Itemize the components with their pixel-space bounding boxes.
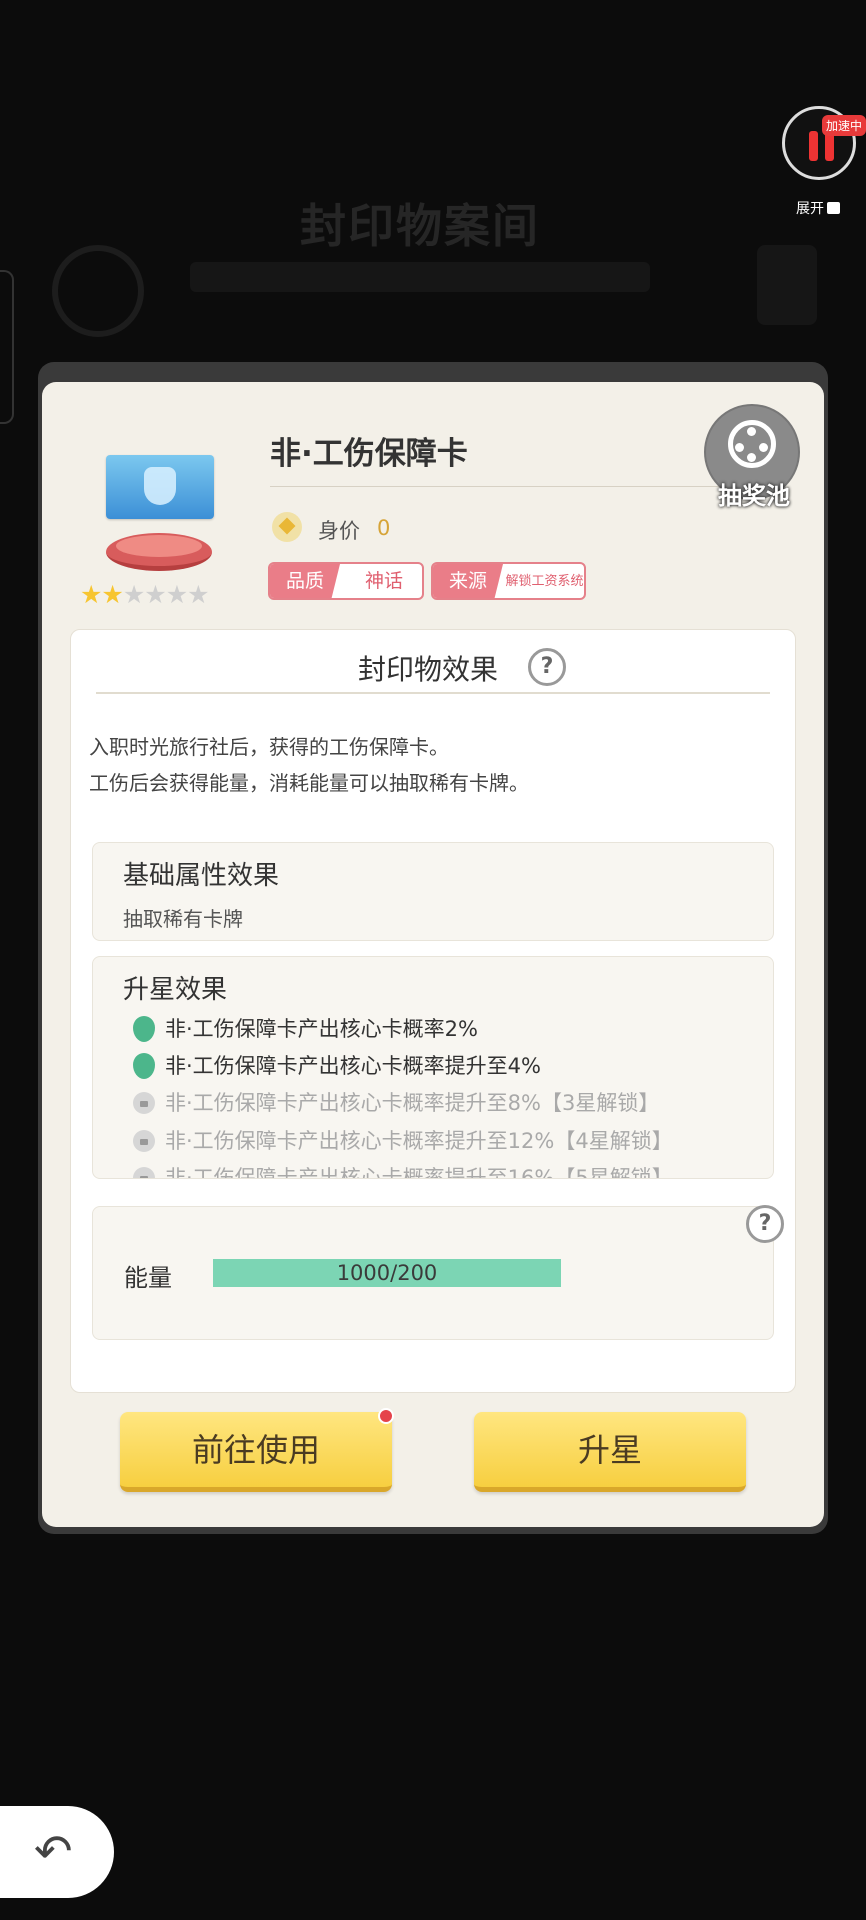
divider <box>270 486 720 487</box>
upgrade-effect-text: 非·工伤保障卡产出核心卡概率提升至4% <box>165 1054 541 1078</box>
side-handle <box>0 270 14 424</box>
unlocked-bullet-icon <box>133 1053 155 1079</box>
description-line: 入职时光旅行社后，获得的工伤保障卡。 <box>89 735 449 759</box>
upgrade-effect-row: 非·工伤保障卡产出核心卡概率2% <box>133 1013 478 1043</box>
upgrade-effect-title: 升星效果 <box>123 975 228 1005</box>
back-arrow-icon: ↶ <box>34 1824 73 1878</box>
energy-value: 1000/200 <box>336 1261 438 1285</box>
card-image <box>106 455 214 519</box>
upgrade-effect-text: 非·工伤保障卡产出核心卡概率提升至8%【3星解锁】 <box>165 1091 660 1115</box>
base-effect-box: 基础属性效果 抽取稀有卡牌 <box>92 842 774 941</box>
notification-dot <box>378 1408 394 1424</box>
accel-badge: 加速中 <box>822 115 866 136</box>
effect-title: 封印物效果 <box>358 653 499 686</box>
upgrade-effect-text: 非·工伤保障卡产出核心卡概率提升至16%【5星解锁】 <box>165 1166 673 1179</box>
upgrade-effect-row: 非·工伤保障卡产出核心卡概率提升至8%【3星解锁】 <box>133 1087 659 1117</box>
expand-icon <box>827 202 840 214</box>
upgrade-star-button[interactable]: 升星 <box>474 1412 746 1492</box>
lock-icon <box>133 1130 155 1152</box>
quality-value: 神话 <box>364 570 403 592</box>
quality-key: 品质 <box>270 564 340 598</box>
source-key: 来源 <box>433 564 503 598</box>
divider <box>96 692 770 694</box>
upgrade-effect-row: 非·工伤保障卡产出核心卡概率提升至16%【5星解锁】 <box>133 1162 673 1179</box>
effect-help-icon[interactable]: ? <box>528 648 566 686</box>
shield-icon <box>144 467 176 505</box>
value-label: 身价 <box>318 519 360 543</box>
source-value: 解锁工资系统 <box>505 573 584 589</box>
bg-subtitle-bar <box>190 262 650 292</box>
description-line: 工伤后会获得能量，消耗能量可以抽取稀有卡牌。 <box>89 771 529 795</box>
film-reel-icon <box>728 420 776 468</box>
star-empty-icon: ★ <box>122 580 145 609</box>
back-button[interactable]: ↶ <box>0 1806 114 1898</box>
energy-label: 能量 <box>124 1264 172 1292</box>
upgrade-effect-row: 非·工伤保障卡产出核心卡概率提升至4% <box>133 1050 541 1080</box>
bg-collection-icon <box>757 245 817 325</box>
value-number: 0 <box>377 516 391 540</box>
go-use-button[interactable]: 前往使用 <box>120 1412 392 1492</box>
lottery-pool-label: 抽奖池 <box>718 482 790 510</box>
expand-button[interactable]: 展开 <box>796 198 840 218</box>
base-effect-title: 基础属性效果 <box>123 861 280 891</box>
star-filled-icon: ★ <box>101 580 123 609</box>
bg-lottery-icon <box>52 245 144 337</box>
upgrade-effect-text: 非·工伤保障卡产出核心卡概率提升至12%【4星解锁】 <box>165 1129 673 1153</box>
item-title: 非·工伤保障卡 <box>270 436 468 472</box>
unlocked-bullet-icon <box>133 1016 155 1042</box>
star-filled-icon: ★ <box>80 580 102 609</box>
energy-help-icon[interactable]: ? <box>746 1205 784 1243</box>
gem-icon <box>272 512 302 542</box>
expand-label: 展开 <box>796 201 824 217</box>
base-effect-text: 抽取稀有卡牌 <box>123 907 243 931</box>
star-empty-icon: ★ <box>144 580 166 609</box>
pause-icon <box>809 131 818 161</box>
star-rating: ★★★★★★ <box>80 580 210 609</box>
upgrade-effect-box[interactable]: 升星效果 非·工伤保障卡产出核心卡概率2% 非·工伤保障卡产出核心卡概率提升至4%… <box>92 956 774 1179</box>
upgrade-effect-row: 非·工伤保障卡产出核心卡概率提升至12%【4星解锁】 <box>133 1125 673 1155</box>
energy-progress-bar: 1000/200 <box>213 1259 561 1287</box>
star-empty-icon: ★ <box>187 580 209 609</box>
bg-title: 封印物案间 <box>300 199 540 253</box>
source-tag: 来源 解锁工资系统 <box>431 562 586 600</box>
star-empty-icon: ★ <box>165 580 188 609</box>
quality-tag: 品质 神话 <box>268 562 424 600</box>
lock-icon <box>133 1167 155 1178</box>
lock-icon <box>133 1092 155 1114</box>
upgrade-effect-text: 非·工伤保障卡产出核心卡概率2% <box>165 1017 478 1041</box>
